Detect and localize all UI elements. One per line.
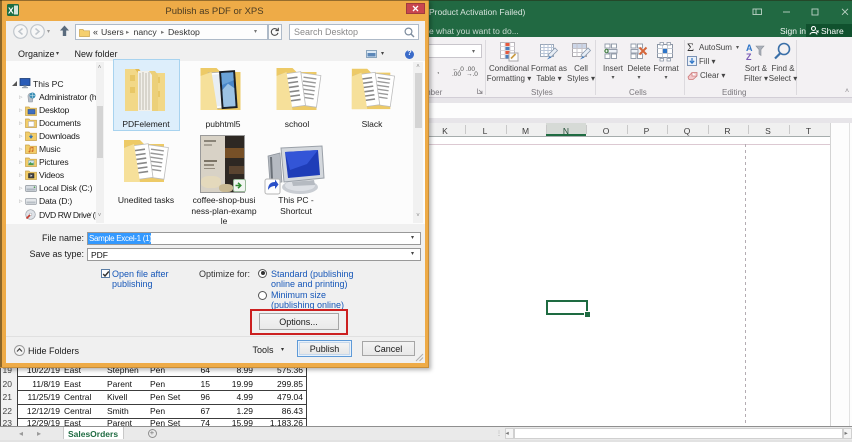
svg-text:Z: Z (746, 52, 752, 61)
svg-text:X: X (8, 6, 14, 16)
